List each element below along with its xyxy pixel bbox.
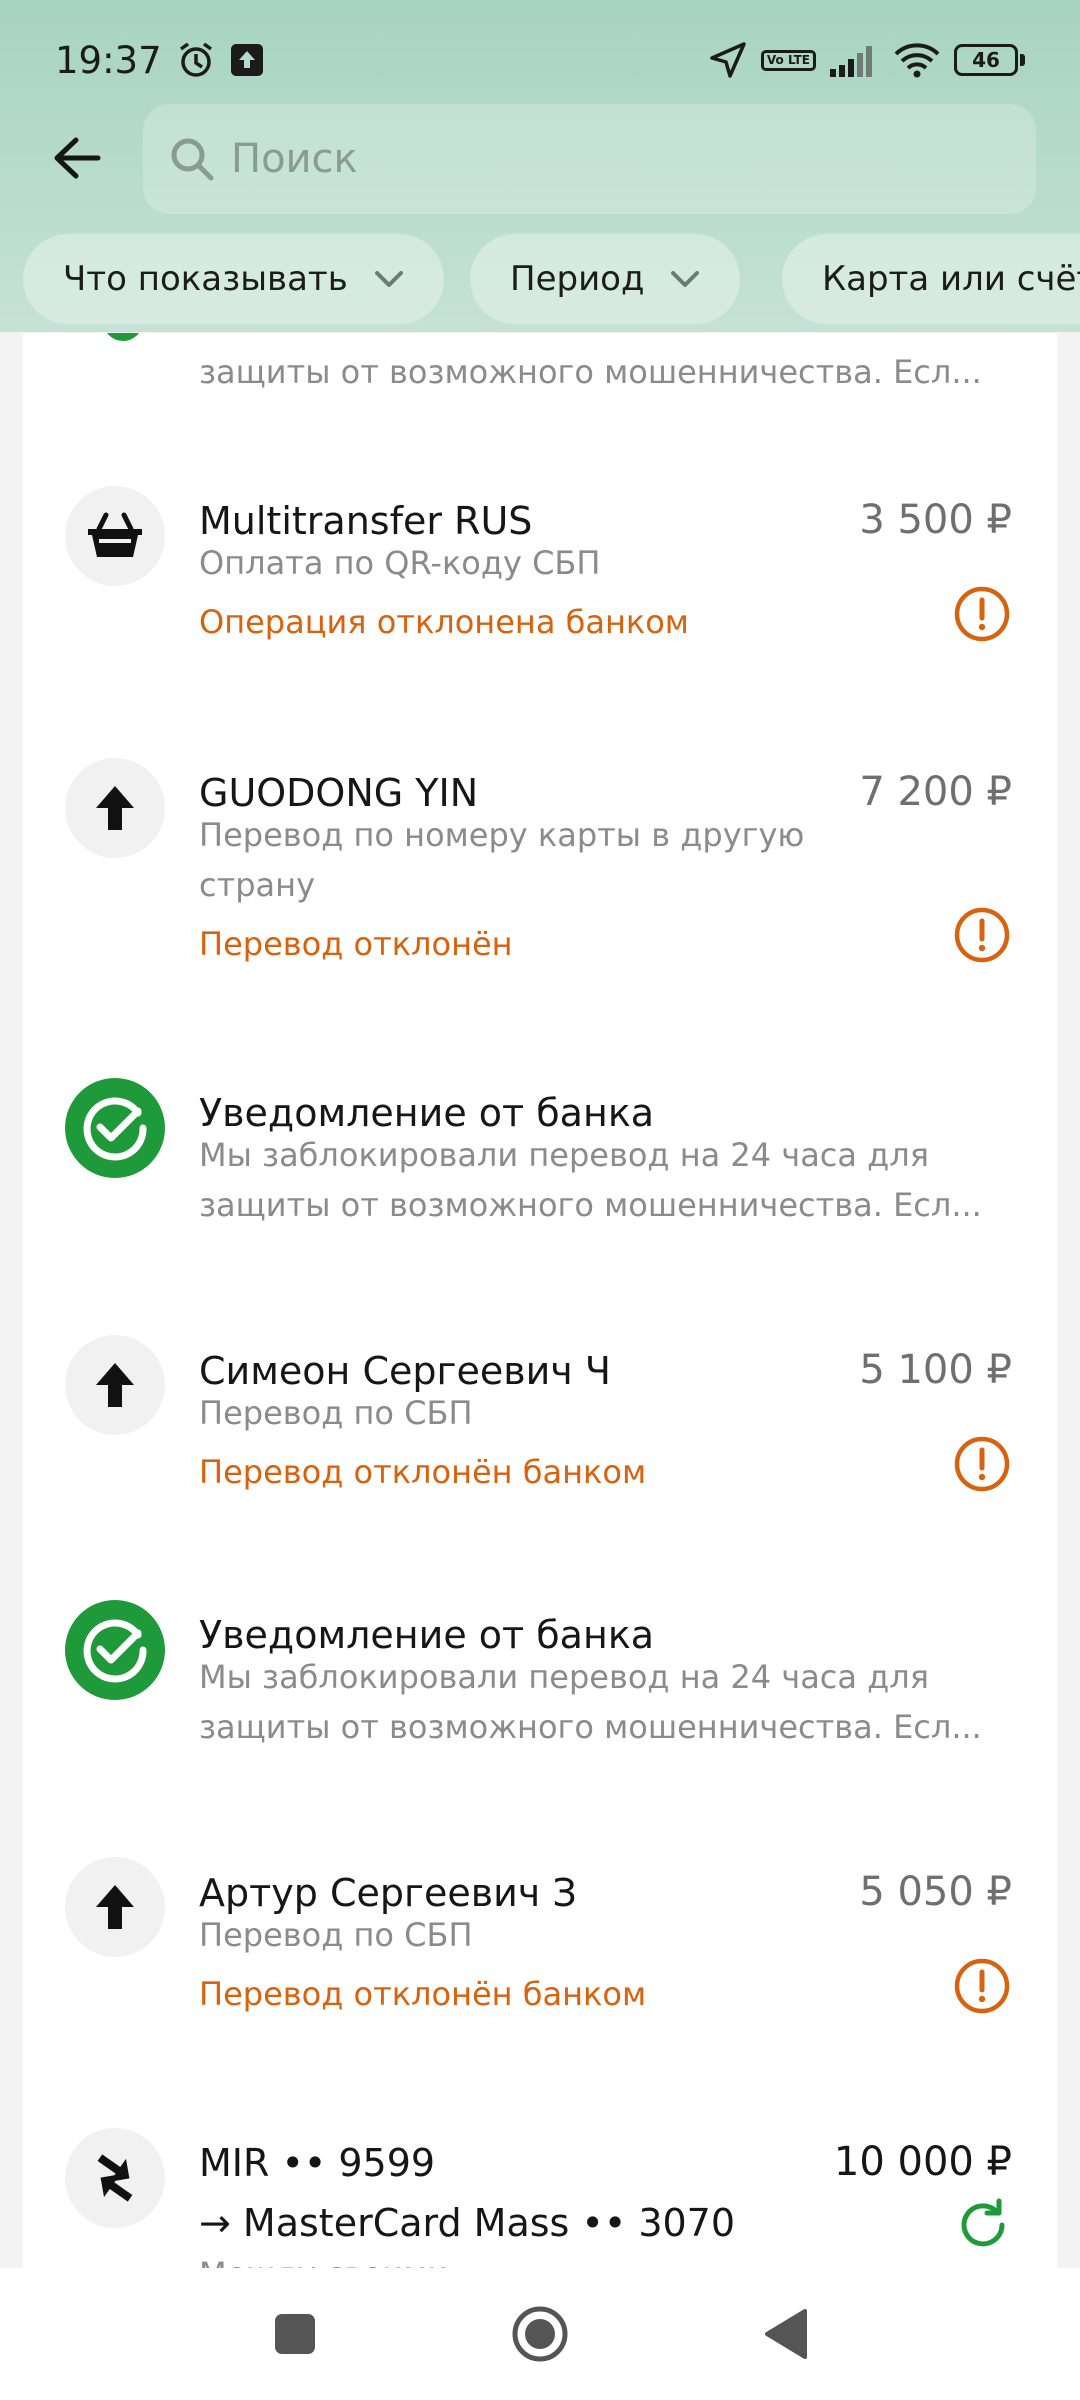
list-item[interactable]: защиты от возможного мошенничества. Есл.… (23, 333, 1057, 433)
filter-what-to-show[interactable]: Что показывать (23, 234, 444, 324)
filter-period[interactable]: Период (470, 234, 741, 324)
search-icon (171, 138, 214, 181)
item-description: Мы заблокировали перевод на 24 часа для … (199, 1658, 982, 1746)
transactions-list: защиты от возможного мошенничества. Есл.… (23, 333, 1057, 2268)
triangle-back-icon (765, 2309, 807, 2359)
bank-logo-icon (103, 333, 143, 341)
item-title: Уведомление от банка (199, 1613, 655, 1657)
item-description: защиты от возможного мошенничества. Есл.… (199, 353, 982, 391)
item-status: Перевод отклонён (199, 925, 513, 963)
recents-button[interactable] (250, 2289, 340, 2379)
item-amount: 5 100 ₽ (859, 1347, 1012, 1393)
upload-notification-icon (230, 43, 264, 77)
item-title: MIR •• 9599 (199, 2141, 436, 2185)
alert-icon (954, 907, 1010, 963)
list-item[interactable]: Артур Сергеевич З 5 050 ₽ Перевод по СБП… (23, 1855, 1057, 2115)
back-nav-button[interactable] (740, 2289, 830, 2379)
item-description: Перевод по СБП (199, 1916, 473, 1954)
battery-level: 46 (954, 44, 1018, 76)
filter-label: Что показывать (63, 259, 348, 299)
arrow-left-icon (54, 137, 101, 178)
top-app-bar: Поиск (0, 100, 1080, 215)
search-placeholder: Поиск (231, 136, 358, 182)
list-item[interactable]: Уведомление от банка Мы заблокировали пе… (23, 1078, 1057, 1278)
arrow-up-icon (65, 1857, 165, 1957)
item-amount: 3 500 ₽ (859, 497, 1012, 543)
alert-icon (954, 586, 1010, 642)
item-description: Между своими (199, 2249, 1029, 2268)
volte-icon: Vo LTE (760, 49, 816, 71)
signal-icon (830, 43, 880, 77)
arrow-up-icon (65, 1335, 165, 1435)
circle-icon (512, 2306, 568, 2362)
item-status: Перевод отклонён банком (199, 1975, 647, 2013)
item-title: Артур Сергеевич З (199, 1871, 577, 1915)
list-item[interactable]: Уведомление от банка Мы заблокировали пе… (23, 1600, 1057, 1800)
square-icon (275, 2314, 315, 2354)
filter-label: Карта или счёт (822, 259, 1080, 299)
back-button[interactable] (37, 118, 117, 198)
transfer-arrows-icon (65, 2128, 165, 2228)
clock: 19:37 (55, 38, 162, 82)
item-amount: 7 200 ₽ (859, 769, 1012, 815)
filter-chips: Что показывать Период Карта или счёт (0, 234, 1080, 326)
alarm-icon (176, 40, 216, 80)
item-title: Уведомление от банка (199, 1091, 655, 1135)
location-icon (709, 41, 747, 79)
item-description: Перевод по СБП (199, 1394, 473, 1432)
alert-icon (954, 1436, 1010, 1492)
list-item[interactable]: MIR •• 9599 10 000 ₽ → MasterCard Mass •… (23, 2125, 1057, 2268)
search-input[interactable]: Поиск (143, 104, 1036, 214)
chevron-down-icon (670, 269, 700, 289)
item-title: Multitransfer RUS (199, 499, 533, 543)
list-item[interactable]: GUODONG YIN 7 200 ₽ Перевод по номеру ка… (23, 753, 1057, 1053)
system-nav-bar (0, 2268, 1080, 2400)
filter-label: Период (510, 259, 645, 299)
list-item[interactable]: Симеон Сергеевич Ч 5 100 ₽ Перевод по СБ… (23, 1333, 1057, 1593)
item-description: Мы заблокировали перевод на 24 часа для … (199, 1136, 982, 1224)
item-description: Перевод по номеру карты в другую страну (199, 816, 805, 904)
item-status: Операция отклонена банком (199, 603, 689, 641)
home-button[interactable] (495, 2289, 585, 2379)
item-status: Перевод отклонён банком (199, 1453, 647, 1491)
wifi-icon (894, 42, 940, 78)
item-description: Оплата по QR-коду СБП (199, 544, 601, 582)
item-title: Симеон Сергеевич Ч (199, 1349, 611, 1393)
item-title: GUODONG YIN (199, 771, 479, 815)
filter-card-or-account[interactable]: Карта или счёт (782, 234, 1080, 324)
item-amount: 5 050 ₽ (859, 1869, 1012, 1915)
alert-icon (954, 1958, 1010, 2014)
arrow-up-icon (65, 758, 165, 858)
chevron-down-icon (374, 269, 404, 289)
refresh-icon (961, 2198, 1005, 2247)
item-amount: 10 000 ₽ (833, 2139, 1012, 2185)
bank-logo-icon (65, 1600, 165, 1700)
battery-icon: 46 (954, 44, 1025, 76)
bank-logo-icon (65, 1078, 165, 1178)
item-subtitle: → MasterCard Mass •• 3070 (199, 2201, 736, 2245)
shopping-basket-icon (65, 486, 165, 586)
list-item[interactable]: Multitransfer RUS 3 500 ₽ Оплата по QR-к… (23, 483, 1057, 743)
